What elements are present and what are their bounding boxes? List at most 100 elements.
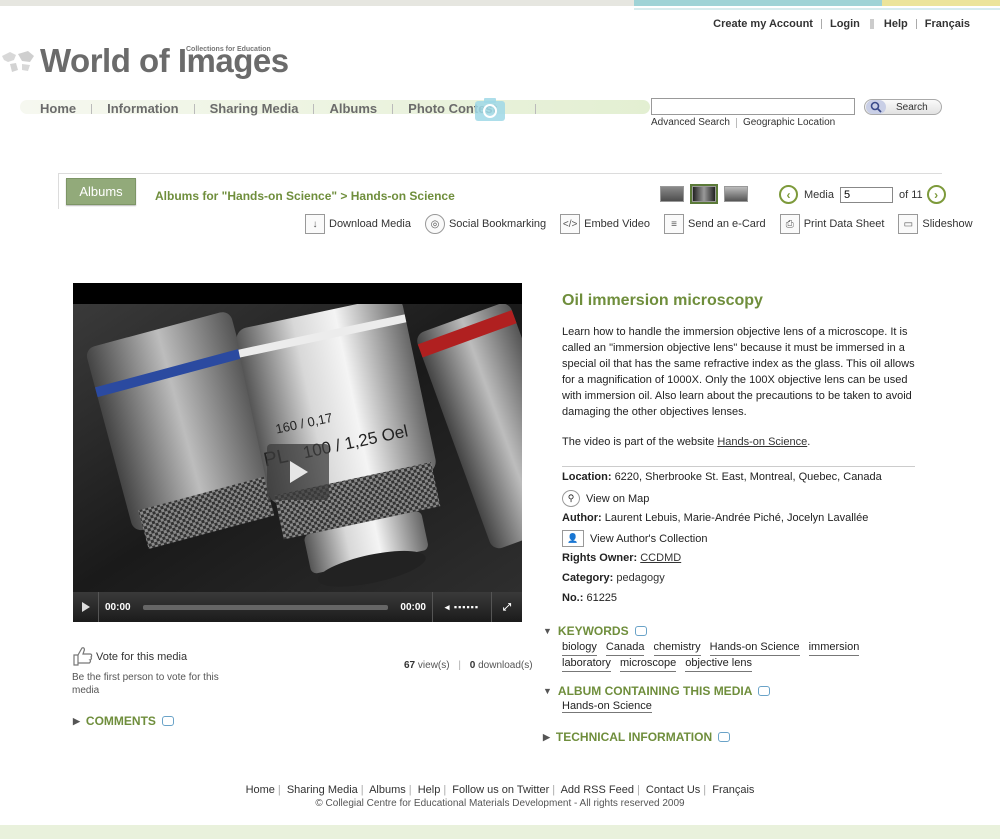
footer-link-sharing-media[interactable]: Sharing Media bbox=[287, 784, 358, 796]
fullscreen-icon[interactable]: ⤢ bbox=[492, 592, 522, 622]
top-decorative-line bbox=[634, 8, 1000, 10]
keyword-tag[interactable]: microscope bbox=[619, 656, 677, 672]
send-ecard-label: Send an e-Card bbox=[688, 218, 766, 230]
media-part-of: The video is part of the website Hands-o… bbox=[562, 436, 810, 448]
login-link[interactable]: Login bbox=[830, 18, 860, 30]
keyword-tag[interactable]: laboratory bbox=[562, 656, 611, 672]
footer-link-language[interactable]: Français bbox=[712, 784, 754, 796]
ecard-icon: ≡ bbox=[664, 214, 685, 234]
video-frame[interactable]: 160 / 0,17 PL 100 / 1,25 Oel bbox=[73, 304, 522, 592]
vote-note: Be the first person to vote for this med… bbox=[72, 672, 219, 696]
bottom-decorative-band bbox=[0, 825, 1000, 839]
thumbs-up-icon[interactable] bbox=[72, 645, 94, 667]
collapse-triangle-icon: ▼ bbox=[543, 626, 552, 636]
album-section-heading: ALBUM CONTAINING THIS MEDIA bbox=[557, 684, 753, 698]
download-media-button[interactable]: ↓ Download Media bbox=[305, 214, 411, 234]
social-bookmarking-label: Social Bookmarking bbox=[448, 218, 547, 230]
video-player[interactable]: 160 / 0,17 PL 100 / 1,25 Oel 00:00 00:00… bbox=[73, 283, 522, 622]
footer-link-albums[interactable]: Albums bbox=[369, 784, 406, 796]
advanced-search-link[interactable]: Advanced Search bbox=[651, 117, 730, 128]
nav-information[interactable]: Information bbox=[107, 101, 179, 116]
rights-row: Rights Owner: CCDMD bbox=[562, 552, 681, 564]
views-label: view(s) bbox=[417, 660, 450, 671]
social-bookmarking-button[interactable]: ◎ Social Bookmarking bbox=[424, 214, 547, 234]
embed-video-button[interactable]: </> Embed Video bbox=[560, 214, 650, 234]
print-data-sheet-button[interactable]: ⎙ Print Data Sheet bbox=[779, 214, 885, 234]
keyword-tag[interactable]: Canada bbox=[605, 640, 645, 656]
create-account-link[interactable]: Create my Account bbox=[713, 18, 813, 30]
volume-control[interactable]: ◂ ▪▪▪▪▪▪ bbox=[432, 592, 492, 622]
number-value: 61225 bbox=[586, 592, 618, 604]
album-link[interactable]: Hands-on Science bbox=[562, 700, 652, 713]
slideshow-icon: ▭ bbox=[898, 214, 919, 234]
current-time: 00:00 bbox=[105, 601, 131, 613]
thumbnail-view-1[interactable] bbox=[660, 186, 684, 202]
footer-link-rss[interactable]: Add RSS Feed bbox=[561, 784, 634, 796]
technical-info-toggle[interactable]: ▶ TECHNICAL INFORMATION bbox=[543, 730, 731, 744]
search-button[interactable]: Search bbox=[864, 99, 942, 115]
author-row: Author: Laurent Lebuis, Marie-Andrée Pic… bbox=[562, 512, 868, 524]
print-data-sheet-label: Print Data Sheet bbox=[803, 218, 885, 230]
nav-albums[interactable]: Albums bbox=[329, 101, 377, 116]
world-map-icon bbox=[2, 51, 34, 72]
footer-link-home[interactable]: Home bbox=[246, 784, 275, 796]
footer-link-twitter[interactable]: Follow us on Twitter bbox=[452, 784, 549, 796]
duration-time: 00:00 bbox=[400, 601, 426, 613]
expand-triangle-icon: ▶ bbox=[73, 715, 80, 726]
part-of-prefix: The video is part of the website bbox=[562, 436, 718, 448]
search-links: Advanced Search Geographic Location bbox=[651, 117, 835, 128]
nav-home[interactable]: Home bbox=[40, 101, 76, 116]
slideshow-button[interactable]: ▭ Slideshow bbox=[898, 214, 973, 234]
keywords-heading: KEYWORDS bbox=[557, 624, 629, 638]
language-link[interactable]: Français bbox=[925, 18, 970, 30]
nav-sharing-media[interactable]: Sharing Media bbox=[210, 101, 299, 116]
speech-bubble-icon bbox=[634, 626, 647, 636]
keyword-tag[interactable]: Hands-on Science bbox=[709, 640, 800, 656]
views-count: 67 bbox=[404, 660, 416, 671]
send-ecard-button[interactable]: ≡ Send an e-Card bbox=[664, 214, 766, 234]
media-title: Oil immersion microscopy bbox=[562, 292, 763, 309]
view-author-collection-link[interactable]: 👤 View Author's Collection bbox=[562, 530, 707, 547]
next-media-icon[interactable]: › bbox=[926, 185, 946, 204]
category-label: Category: bbox=[562, 572, 614, 584]
media-number-input[interactable] bbox=[839, 186, 893, 203]
footer-link-help[interactable]: Help bbox=[418, 784, 441, 796]
website-link[interactable]: Hands-on Science bbox=[717, 436, 807, 448]
download-icon: ↓ bbox=[305, 214, 325, 234]
geographic-location-link[interactable]: Geographic Location bbox=[743, 117, 835, 128]
camera-icon bbox=[475, 98, 505, 121]
keyword-tag[interactable]: biology bbox=[562, 640, 597, 656]
footer-links: Home | Sharing Media | Albums | Help | Follo… bbox=[245, 784, 755, 796]
thumbnail-view-2[interactable] bbox=[690, 184, 718, 204]
keywords-toggle[interactable]: ▼ KEYWORDS bbox=[543, 624, 647, 638]
vote-link[interactable]: Vote for this media bbox=[96, 651, 187, 663]
footer-link-contact[interactable]: Contact Us bbox=[646, 784, 700, 796]
breadcrumb[interactable]: Albums for "Hands-on Science" > Hands-on… bbox=[155, 189, 455, 203]
part-of-suffix: . bbox=[807, 436, 811, 448]
downloads-label: download(s) bbox=[478, 660, 533, 671]
author-label: Author: bbox=[562, 512, 602, 524]
thumbnail-view-3[interactable] bbox=[724, 186, 748, 202]
collapse-triangle-icon: ▼ bbox=[543, 686, 552, 696]
magnifier-icon bbox=[866, 100, 886, 114]
seek-bar[interactable] bbox=[142, 604, 389, 610]
details-divider bbox=[562, 466, 915, 467]
help-link[interactable]: Help bbox=[884, 18, 908, 30]
search-input[interactable] bbox=[651, 98, 855, 115]
category-link[interactable]: pedagogy bbox=[616, 572, 664, 584]
play-button[interactable] bbox=[73, 592, 99, 622]
play-overlay-button[interactable] bbox=[267, 444, 329, 500]
keyword-tag[interactable]: immersion bbox=[808, 640, 860, 656]
view-thumbnails bbox=[660, 184, 748, 204]
album-section-toggle[interactable]: ▼ ALBUM CONTAINING THIS MEDIA bbox=[543, 684, 771, 698]
comments-toggle[interactable]: ▶ COMMENTS bbox=[73, 714, 174, 728]
keyword-tag[interactable]: objective lens bbox=[685, 656, 752, 672]
rights-owner-link[interactable]: CCDMD bbox=[640, 552, 681, 564]
previous-media-icon[interactable]: ‹ bbox=[779, 185, 798, 204]
embed-video-label: Embed Video bbox=[584, 218, 651, 230]
speech-bubble-icon bbox=[758, 686, 771, 696]
albums-tab[interactable]: Albums bbox=[66, 178, 136, 205]
keyword-tag[interactable]: chemistry bbox=[653, 640, 701, 656]
view-on-map-link[interactable]: ⚲ View on Map bbox=[562, 490, 649, 507]
author-value: Laurent Lebuis, Marie-Andrée Piché, Joce… bbox=[604, 512, 869, 524]
